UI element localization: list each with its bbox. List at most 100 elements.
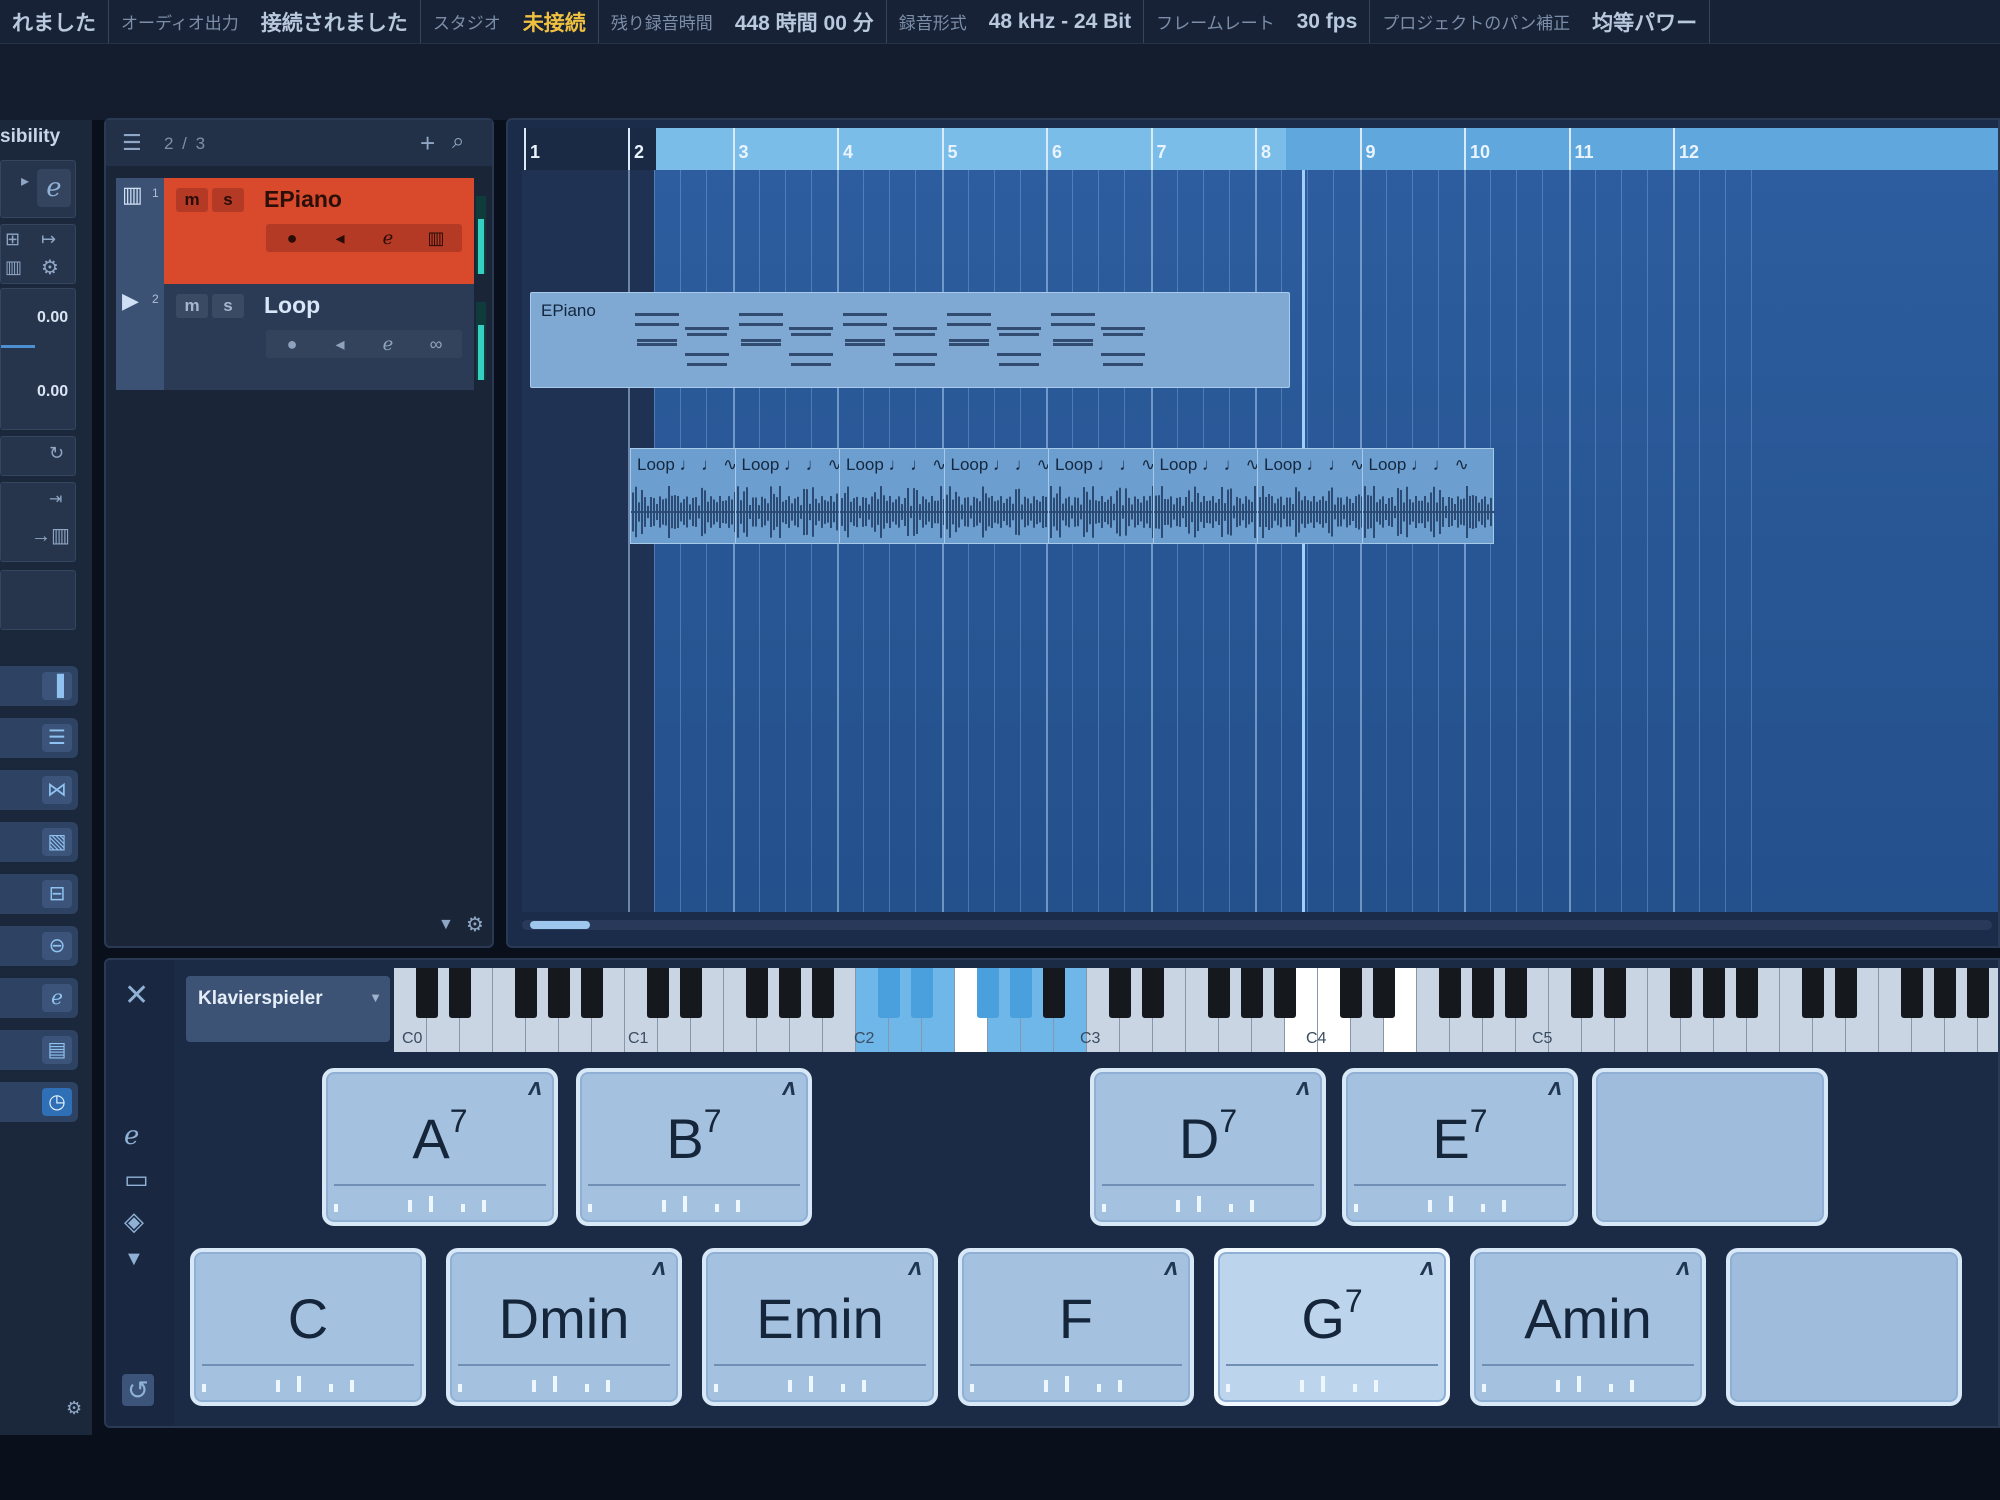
record-icon[interactable]: ● — [272, 332, 312, 356]
track-row-loop[interactable]: ▶ 2 m s Loop ● ◂ ℯ ∞ — [116, 284, 490, 390]
horizontal-scrollbar[interactable] — [522, 920, 1992, 930]
track-header[interactable]: m s Loop ● ◂ ℯ ∞ — [164, 284, 474, 390]
black-key[interactable] — [581, 968, 603, 1018]
track-header[interactable]: m s EPiano ● ◂ ℯ ▥ — [164, 178, 474, 284]
black-key[interactable] — [779, 968, 801, 1018]
voicing-icon[interactable]: ᐱ — [1421, 1260, 1434, 1280]
chord-pad-e7[interactable]: E7 ᐱ — [1342, 1068, 1578, 1226]
volume-value[interactable]: 0.00 — [37, 309, 68, 327]
left-row-modulator[interactable]: ⋈ — [0, 770, 78, 810]
black-key[interactable] — [1142, 968, 1164, 1018]
pan-value[interactable]: 0.00 — [37, 383, 68, 401]
edit-instrument-icon[interactable]: ℯ — [37, 169, 71, 207]
track-name[interactable]: Loop — [264, 292, 320, 319]
black-key[interactable] — [449, 968, 471, 1018]
black-key[interactable] — [515, 968, 537, 1018]
keyboard-icon[interactable]: ▥ — [416, 226, 456, 250]
black-key[interactable] — [1934, 968, 1956, 1018]
record-icon[interactable]: ● — [272, 226, 312, 250]
black-key[interactable] — [977, 968, 999, 1018]
left-row-time[interactable]: ◷ — [0, 1082, 78, 1122]
voicing-icon[interactable]: ᐱ — [1549, 1080, 1562, 1100]
section-icon[interactable]: ▧ — [42, 828, 72, 856]
black-key[interactable] — [1208, 968, 1230, 1018]
track-row-epiano[interactable]: ▥ 1 m s EPiano ● ◂ ℯ ▥ — [116, 178, 490, 284]
mixer-icon[interactable]: ⊟ — [42, 880, 72, 908]
black-key[interactable] — [1010, 968, 1032, 1018]
loop-region[interactable] — [656, 128, 1286, 170]
black-key[interactable] — [1670, 968, 1692, 1018]
notepad-icon[interactable]: ▤ — [42, 1036, 72, 1064]
monitor-icon[interactable]: ◂ — [320, 226, 360, 250]
monitor-icon[interactable]: ◂ — [320, 332, 360, 356]
chord-pad-g7[interactable]: G7 ᐱ — [1214, 1248, 1450, 1406]
search-icon[interactable]: ⌕ — [452, 128, 464, 154]
instrument-edit-icon[interactable]: ℯ — [42, 984, 72, 1012]
black-key[interactable] — [1802, 968, 1824, 1018]
black-key[interactable] — [1274, 968, 1296, 1018]
left-row-note[interactable]: ▤ — [0, 1030, 78, 1070]
volume-slider[interactable] — [1, 345, 35, 348]
left-row-mixer[interactable]: ⊟ — [0, 874, 78, 914]
inspector-settings-icon[interactable]: ⚙ — [66, 1398, 82, 1419]
left-row-instrument[interactable]: ℯ — [0, 978, 78, 1018]
black-key[interactable] — [1241, 968, 1263, 1018]
dropdown-arrow-icon[interactable]: ▼ — [369, 990, 382, 1005]
audio-event-loop[interactable]: Loop ♩ ♩ ∿ — [1361, 448, 1495, 544]
track-name[interactable]: EPiano — [264, 186, 342, 213]
tag-icon[interactable]: ◈ — [124, 1206, 144, 1237]
black-key[interactable] — [1109, 968, 1131, 1018]
voicing-icon[interactable]: ᐱ — [909, 1260, 922, 1280]
instrument-output-icon[interactable]: →▥ — [31, 523, 70, 548]
chord-pad-f[interactable]: Fᐱ — [958, 1248, 1194, 1406]
edit-icon[interactable]: ℯ — [124, 1120, 139, 1151]
solo-button[interactable]: s — [212, 294, 244, 318]
list-icon[interactable]: ☰ — [42, 724, 72, 752]
black-key[interactable] — [647, 968, 669, 1018]
comment-icon[interactable]: ▭ — [124, 1164, 149, 1195]
left-row-track[interactable]: ⊖ — [0, 926, 78, 966]
black-key[interactable] — [1505, 968, 1527, 1018]
chord-pad-a7[interactable]: A7 ᐱ — [322, 1068, 558, 1226]
loop-icon[interactable]: ∞ — [416, 332, 456, 356]
black-key[interactable] — [1043, 968, 1065, 1018]
settings-icon[interactable]: ⚙ — [41, 255, 59, 280]
modulator-icon[interactable]: ⋈ — [42, 776, 72, 804]
chord-pad-amin[interactable]: Amin ᐱ — [1470, 1248, 1706, 1406]
voicing-icon[interactable]: ᐱ — [653, 1260, 666, 1280]
black-key[interactable] — [416, 968, 438, 1018]
solo-button[interactable]: s — [212, 188, 244, 212]
chord-pad-b7[interactable]: B7 ᐱ — [576, 1068, 812, 1226]
list-menu-icon[interactable]: ☰ — [122, 130, 142, 156]
track-icon[interactable]: ⊖ — [42, 932, 72, 960]
midi-part[interactable]: EPiano — [530, 292, 1290, 388]
voicing-icon[interactable]: ᐱ — [1677, 1260, 1690, 1280]
chord-pad-empty[interactable] — [1726, 1248, 1962, 1406]
voicing-icon[interactable]: ᐱ — [1165, 1260, 1178, 1280]
black-key[interactable] — [680, 968, 702, 1018]
chord-pad-d7[interactable]: D7 ᐱ — [1090, 1068, 1326, 1226]
player-dropdown[interactable]: Klavierspieler ▼ — [186, 976, 390, 1042]
chord-pad-emin[interactable]: Emin ᐱ — [702, 1248, 938, 1406]
timeline-ruler[interactable]: 1 2 3 4 5 6 7 8 9 10 11 12 — [522, 128, 1998, 170]
edit-icon[interactable]: ℯ — [368, 226, 408, 250]
black-key[interactable] — [1901, 968, 1923, 1018]
chord-pad-dmin[interactable]: Dmin ᐱ — [446, 1248, 682, 1406]
black-key[interactable] — [1835, 968, 1857, 1018]
chord-pad-c[interactable]: C — [190, 1248, 426, 1406]
mute-button[interactable]: m — [176, 294, 208, 318]
scroll-thumb[interactable] — [530, 921, 590, 929]
history-icon[interactable]: ↺ — [122, 1374, 154, 1406]
edit-icon[interactable]: ℯ — [368, 332, 408, 356]
black-key[interactable] — [1472, 968, 1494, 1018]
black-key[interactable] — [1439, 968, 1461, 1018]
voicing-icon[interactable]: ᐱ — [1297, 1080, 1310, 1100]
black-key[interactable] — [1967, 968, 1989, 1018]
black-key[interactable] — [1703, 968, 1725, 1018]
black-key[interactable] — [812, 968, 834, 1018]
black-key[interactable] — [911, 968, 933, 1018]
black-key[interactable] — [1571, 968, 1593, 1018]
input-routing-icon[interactable]: ↦ — [41, 229, 56, 250]
left-row-list[interactable]: ☰ — [0, 718, 78, 758]
black-key[interactable] — [548, 968, 570, 1018]
